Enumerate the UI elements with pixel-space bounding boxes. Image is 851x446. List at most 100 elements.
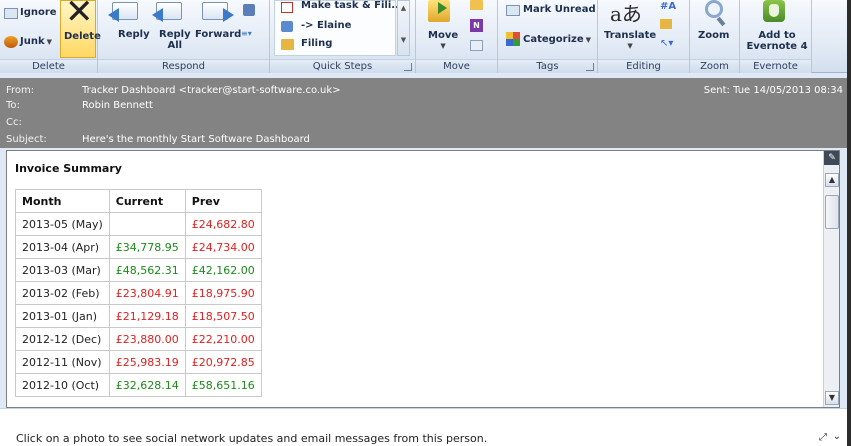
mark-unread-button[interactable]: Mark Unread bbox=[523, 4, 596, 15]
quick-step-filing[interactable]: Filing bbox=[301, 38, 332, 49]
evernote-group-label: Evernote bbox=[740, 59, 811, 73]
quick-steps-down-icon[interactable]: ▼ bbox=[398, 36, 409, 44]
quick-steps-scroll[interactable]: ▲ ▼ bbox=[397, 0, 410, 56]
current-value-cell: £23,804.91 bbox=[108, 281, 186, 305]
quick-step-elaine[interactable]: -> Elaine bbox=[301, 20, 351, 31]
filing-icon bbox=[281, 39, 294, 50]
invoice-table-header: Month Current Prev bbox=[15, 189, 262, 213]
move-group: Move ▼ N Move bbox=[416, 0, 498, 73]
chevron-down-icon: ▼ bbox=[46, 38, 52, 46]
reply-all-button[interactable]: Reply All bbox=[159, 29, 191, 51]
scroll-thumb[interactable] bbox=[825, 195, 839, 229]
junk-icon bbox=[4, 36, 18, 48]
column-header-prev: Prev bbox=[184, 189, 262, 213]
more-respond-icon[interactable] bbox=[243, 4, 255, 16]
move-dropdown-icon: ▼ bbox=[440, 42, 446, 50]
delete-group-label: Delete bbox=[0, 59, 97, 73]
reply-button[interactable]: Reply bbox=[118, 29, 150, 40]
from-value[interactable]: Tracker Dashboard <tracker@start-softwar… bbox=[82, 85, 341, 96]
tags-group-label: Tags bbox=[498, 59, 597, 73]
social-connector-bar: Click on a photo to see social network u… bbox=[0, 408, 851, 446]
month-cell: 2013-02 (Feb) bbox=[15, 281, 110, 305]
junk-button[interactable]: Junk ▼ bbox=[20, 36, 52, 47]
subject-value: Here's the monthly Start Software Dashbo… bbox=[82, 134, 310, 145]
column-header-current: Current bbox=[108, 189, 186, 213]
translate-icon: aあ bbox=[610, 2, 642, 26]
scroll-up-icon[interactable]: ▲ bbox=[825, 173, 839, 187]
month-cell: 2013-03 (Mar) bbox=[15, 258, 110, 282]
ribbon: Ignore Junk ▼ ✕ Delete Delete Reply Reply… bbox=[0, 0, 851, 73]
scroll-down-icon[interactable]: ▼ bbox=[825, 391, 839, 405]
quick-steps-group: Make task & Fili... -> Elaine Filing ▲ ▼… bbox=[270, 0, 416, 73]
onenote-icon[interactable]: N bbox=[470, 19, 483, 32]
current-value-cell: £23,880.00 bbox=[108, 327, 186, 351]
prev-value-cell: £24,734.00 bbox=[184, 235, 262, 259]
move-arrow-icon bbox=[438, 2, 447, 14]
reply-all-label-1: Reply bbox=[159, 29, 191, 40]
delete-button[interactable]: ✕ Delete bbox=[60, 0, 101, 58]
sent-date: Sent: Tue 14/05/2013 08:34 bbox=[703, 85, 843, 96]
add-to-evernote-button[interactable]: Add to Evernote 4 bbox=[746, 30, 808, 52]
tags-label: Tags bbox=[536, 61, 559, 72]
column-header-month: Month bbox=[15, 189, 110, 213]
move-button[interactable]: Move ▼ bbox=[428, 30, 458, 52]
month-cell: 2012-11 (Nov) bbox=[15, 350, 110, 374]
ignore-button[interactable]: Ignore bbox=[20, 7, 57, 18]
translate-dropdown-icon: ▼ bbox=[627, 42, 633, 50]
subject-label: Subject: bbox=[6, 134, 47, 145]
add-to-evernote-label-1: Add to bbox=[758, 30, 796, 41]
editing-group-label: Editing bbox=[598, 59, 689, 73]
table-row: 2013-03 (Mar) £48,562.31 £42,162.00 bbox=[15, 258, 262, 282]
vertical-scrollbar[interactable]: ✎ ▲ ▼ bbox=[823, 151, 839, 407]
mark-unread-icon bbox=[506, 5, 520, 16]
prev-value-cell: £24,682.80 bbox=[184, 212, 262, 236]
table-row: 2012-10 (Oct) £32,628.14 £58,651.16 bbox=[15, 373, 262, 397]
tags-launcher-icon[interactable] bbox=[586, 63, 594, 71]
categorize-button[interactable]: Categorize ▼ bbox=[523, 34, 591, 45]
prev-value-cell: £42,162.00 bbox=[184, 258, 262, 282]
find-icon[interactable]: #A bbox=[660, 1, 676, 12]
month-cell: 2013-05 (May) bbox=[15, 212, 110, 236]
current-value-cell: £21,129.18 bbox=[108, 304, 186, 328]
junk-label: Junk bbox=[20, 36, 45, 47]
respond-group-label: Respond bbox=[98, 59, 269, 73]
forward-arrow-icon bbox=[223, 8, 234, 22]
chevron-down-icon[interactable]: ⌄ bbox=[833, 431, 841, 442]
delete-x-icon: ✕ bbox=[65, 0, 94, 32]
evernote-group: Add to Evernote 4 Evernote bbox=[740, 0, 812, 73]
more-respond-dropdown-icon[interactable]: ≡▾ bbox=[241, 29, 252, 38]
zoom-group-label: Zoom bbox=[690, 59, 739, 73]
ignore-icon bbox=[4, 8, 18, 19]
select-icon[interactable]: ↖▾ bbox=[660, 38, 673, 49]
forward-button[interactable]: Forward bbox=[195, 29, 241, 40]
make-task-icon bbox=[281, 2, 293, 13]
from-label: From: bbox=[6, 85, 35, 96]
message-options-icon[interactable]: ✎ bbox=[824, 151, 839, 165]
current-value-cell: £25,983.19 bbox=[108, 350, 186, 374]
quick-steps-launcher-icon[interactable] bbox=[404, 63, 412, 71]
window-edge bbox=[847, 0, 851, 446]
actions-icon[interactable] bbox=[470, 40, 483, 51]
reply-arrow-icon bbox=[108, 8, 119, 22]
quick-steps-group-label: Quick Steps bbox=[270, 59, 415, 73]
related-icon[interactable] bbox=[660, 19, 672, 29]
invoice-table-body: 2013-05 (May) £24,682.80 2013-04 (Apr) £34,… bbox=[15, 212, 262, 397]
quick-step-make-task[interactable]: Make task & Fili... bbox=[301, 0, 403, 11]
to-value[interactable]: Robin Bennett bbox=[82, 100, 153, 111]
prev-value-cell: £58,651.16 bbox=[184, 373, 262, 397]
translate-button[interactable]: Translate ▼ bbox=[604, 30, 656, 52]
magnifier-icon bbox=[705, 0, 723, 18]
month-cell: 2012-12 (Dec) bbox=[15, 327, 110, 351]
reply-all-arrow-icon bbox=[152, 8, 163, 22]
categorize-label: Categorize bbox=[523, 34, 584, 45]
respond-group: Reply Reply All Forward ≡▾ Respond bbox=[98, 0, 270, 73]
evernote-elephant-icon bbox=[769, 4, 779, 17]
zoom-button[interactable]: Zoom bbox=[698, 30, 729, 41]
quick-steps-up-icon[interactable]: ▲ bbox=[398, 4, 409, 12]
rules-icon[interactable] bbox=[470, 0, 483, 10]
categorize-icon bbox=[506, 32, 520, 46]
to-label: To: bbox=[6, 100, 20, 111]
current-value-cell: £34,778.95 bbox=[108, 235, 186, 259]
expand-icon[interactable]: ⤢ bbox=[819, 432, 827, 443]
table-row: 2013-01 (Jan) £21,129.18 £18,507.50 bbox=[15, 304, 262, 328]
